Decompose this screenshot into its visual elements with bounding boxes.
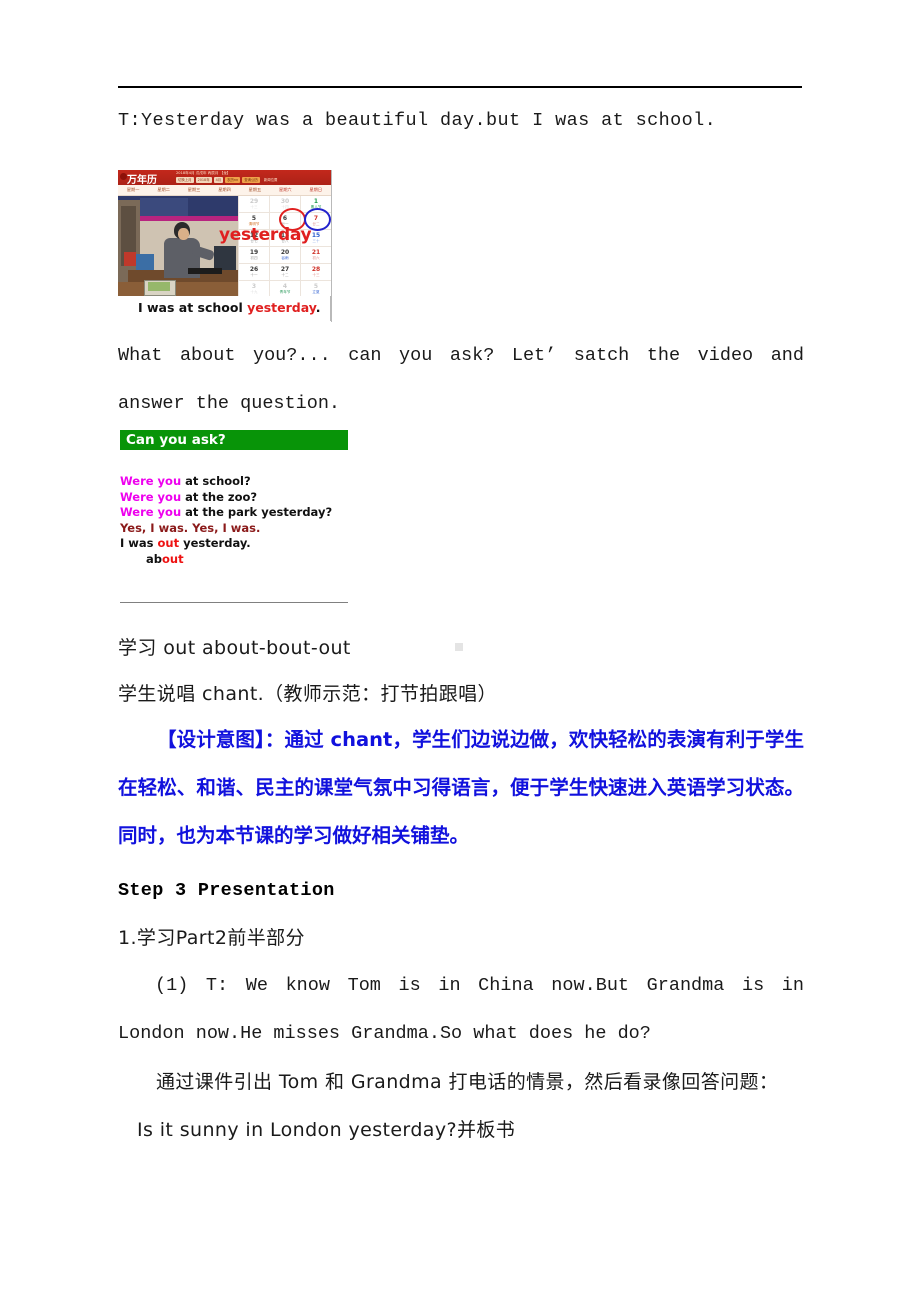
chant-line-2: Were you at the zoo? (120, 490, 348, 506)
paragraph-what-about-you: What about you?... can you ask? Let’ sat… (118, 345, 804, 414)
calendar-day-lunar: 十九 (250, 290, 258, 294)
calendar-weekday-1: 星期二 (157, 187, 170, 192)
chant-line-1-mag: Were you (120, 474, 182, 488)
calendar-weekday-2: 星期三 (187, 187, 201, 192)
calendar-day-cell[interactable]: 20 谷雨 (269, 247, 300, 264)
paragraph-teacher-tom: (1) T: We know Tom is in China now.But G… (118, 975, 804, 1044)
calendar-ctl-2[interactable]: 4月 (213, 177, 224, 183)
chant-line-2-rest: at the zoo? (181, 489, 258, 504)
calendar-titlebar: 万年历 2018年4月 戊戌年 丙辰月 【龙】 切换上月 2018年 4月 农历… (118, 170, 331, 186)
calendar-ctl-3[interactable]: 农历nn (225, 177, 241, 183)
document-content: T:Yesterday was a beautiful day.but I wa… (118, 86, 802, 131)
calendar-ctl-0[interactable]: 切换上月 (176, 177, 194, 183)
chant-out-pre: I was (120, 536, 158, 550)
chant-about-post: out (162, 551, 184, 566)
caption-post: . (315, 300, 321, 315)
calendar-day-number: 3 (251, 283, 257, 290)
chant-line-3: Were you at the park yesterday? (120, 505, 348, 521)
line-student-chant: 学生说唱 chant.（教师示范：打节拍跟唱） (118, 683, 497, 705)
calendar-day-lunar: 十三 (250, 205, 258, 209)
calendar-logo-label: 万年历 (127, 175, 157, 186)
chant-line-1: Were you at school? (120, 474, 348, 490)
calendar-weekday-0: 星期一 (126, 187, 140, 192)
calendar-ctl-5[interactable]: 新闻位置 (262, 177, 280, 183)
chant-banner-label: Can you ask? (126, 432, 226, 448)
chant-lines: Were you at school? Were you at the zoo?… (120, 474, 348, 567)
calendar-day-lunar: 初四 (250, 256, 258, 260)
calendar-day-cell[interactable]: 28 十三 (300, 264, 331, 281)
calendar-day-lunar: 谷雨 (281, 256, 289, 260)
caption-pre: I was at school (138, 300, 248, 315)
classroom-photo (118, 196, 238, 298)
calendar-day-cell[interactable]: 29 十三 (238, 196, 269, 213)
calendar-day-cell[interactable]: 19 初四 (238, 247, 269, 264)
chant-about-pre: ab (146, 551, 162, 566)
calendar-yesterday-overlay: yesterday (219, 225, 312, 245)
calendar-day-number: 30 (280, 198, 290, 205)
line-study-out: 学习 out about-bout-out (118, 637, 351, 659)
calendar-day-cell[interactable]: 21 初六 (300, 247, 331, 264)
paragraph-question: Is it sunny in London yesterday?并板书 (137, 1119, 516, 1141)
chant-out-line: I was out yesterday. (120, 536, 348, 552)
heading-step3: Step 3 Presentation (118, 880, 335, 901)
calendar-ctl-4[interactable]: 查询公历 (242, 177, 260, 183)
calendar-day-number: 5 (251, 215, 257, 222)
chant-about-line: about (120, 552, 348, 568)
caption-emphasis: yesterday (247, 300, 316, 315)
calendar-day-lunar: 初六 (312, 256, 320, 260)
item-learn-part2: 1.学习Part2前半部分 (118, 927, 305, 949)
calendar-day-number: 5 (313, 283, 319, 290)
calendar-day-number: 20 (280, 249, 290, 256)
paragraph-teacher-line1: T:Yesterday was a beautiful day.but I wa… (118, 110, 717, 131)
calendar-day-number: 19 (249, 249, 259, 256)
calendar-caption: I was at school yesterday. (118, 296, 331, 321)
calendar-weekday-4: 星期五 (248, 187, 262, 192)
chant-answer-line: Yes, I was. Yes, I was. (120, 520, 261, 535)
chant-banner: Can you ask? (120, 430, 348, 450)
calendar-logo-dot-icon (120, 173, 127, 180)
calendar-day-cell[interactable]: 26 十一 (238, 264, 269, 281)
calendar-weekday-3: 星期四 (218, 187, 231, 192)
chant-out-post: yesterday. (179, 536, 251, 550)
document-page: T:Yesterday was a beautiful day.but I wa… (0, 0, 920, 1302)
design-intent-paragraph: 【设计意图】：通过 chant，学生们边说边做，欢快轻松的表演有利于学生在轻松、… (118, 728, 804, 847)
calendar-day-number: 1 (313, 198, 319, 205)
calendar-day-number: 29 (249, 198, 259, 205)
chant-figure: Can you ask? Were you at school? Were yo… (120, 430, 348, 567)
calendar-day-number: 4 (282, 283, 288, 290)
calendar-day-lunar: 十一 (250, 273, 258, 277)
calendar-weekday-5: 星期六 (279, 187, 292, 192)
chant-line-3-rest: at the park yesterday? (181, 505, 333, 519)
chant-line-1-rest: at school? (181, 474, 251, 488)
calendar-day-lunar: 立夏 (312, 290, 320, 294)
calendar-day-number: 21 (311, 249, 321, 256)
calendar-date-text: 2018年4月 戊戌年 丙辰月 【龙】 (176, 171, 231, 175)
calendar-day-number: 28 (311, 266, 321, 273)
chant-line-2-mag: Were you (120, 489, 182, 504)
calendar-weekday-row: 星期一 星期二 星期三 星期四 星期五 星期六 星期日 (118, 185, 331, 196)
chant-out-word: out (157, 536, 180, 550)
calendar-weekday-6: 星期日 (309, 187, 323, 192)
paragraph-courseware: 通过课件引出 Tom 和 Grandma 打电话的情景，然后看录像回答问题： (156, 1071, 779, 1093)
chant-line-3-mag: Were you (120, 505, 182, 519)
calendar-day-number: 27 (280, 266, 290, 273)
calendar-controls[interactable]: 切换上月 2018年 4月 农历nn 查询公历 新闻位置 (176, 177, 279, 183)
calendar-day-cell[interactable]: 27 十二 (269, 264, 300, 281)
calendar-ctl-1[interactable]: 2018年 (195, 177, 212, 183)
calendar-day-lunar: 十三 (312, 273, 320, 277)
calendar-day-lunar: 青年节 (279, 290, 291, 294)
mid-rule (120, 602, 348, 603)
calendar-day-number: 26 (249, 266, 259, 273)
calendar-day-lunar: 十二 (281, 273, 289, 277)
